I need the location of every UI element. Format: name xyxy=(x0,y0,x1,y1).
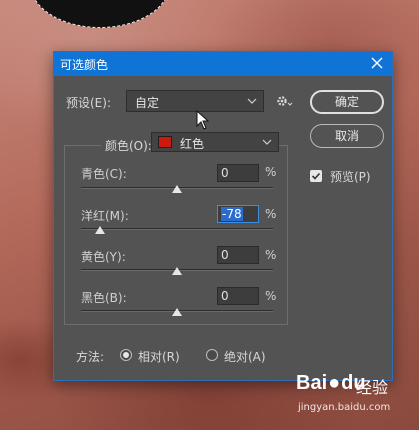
watermark-url: jingyan.baidu.com xyxy=(298,402,391,413)
color-swatch xyxy=(158,136,172,148)
preview-label: 预览(P) xyxy=(330,170,371,184)
absolute-radio-label: 绝对(A) xyxy=(224,350,266,364)
colors-value: 红色 xyxy=(180,137,205,151)
magenta-unit: % xyxy=(265,207,277,221)
preset-label: 预设(E): xyxy=(66,96,111,110)
black-value-input[interactable]: 0 xyxy=(217,287,259,305)
chevron-down-icon xyxy=(262,136,272,151)
method-label: 方法: xyxy=(76,350,105,364)
baidu-jingyan-watermark: Bai●du 经验 jingyan.baidu.com xyxy=(296,372,416,424)
yellow-unit: % xyxy=(265,248,277,262)
magenta-label: 洋红(M): xyxy=(81,209,129,223)
gear-icon[interactable] xyxy=(276,94,294,111)
black-label: 黑色(B): xyxy=(81,291,127,305)
magenta-value-text: -78 xyxy=(221,207,243,221)
cyan-value-input[interactable]: 0 xyxy=(217,164,259,182)
relative-radio-label: 相对(R) xyxy=(138,350,180,364)
black-slider-thumb[interactable] xyxy=(172,308,182,316)
close-icon[interactable] xyxy=(370,55,384,71)
dialog-title: 可选颜色 xyxy=(60,58,109,72)
baidu-logo-text: Bai xyxy=(296,372,328,394)
colors-label: 颜色(O): xyxy=(101,137,156,154)
magenta-value-input[interactable]: -78 xyxy=(217,205,259,223)
checkmark-icon xyxy=(311,172,321,180)
preset-select[interactable]: 自定 xyxy=(126,90,264,112)
magenta-slider-thumb[interactable] xyxy=(95,226,105,234)
preview-checkbox[interactable] xyxy=(310,170,322,182)
chevron-down-icon xyxy=(247,95,257,110)
preset-value: 自定 xyxy=(135,96,160,110)
yellow-label: 黄色(Y): xyxy=(81,250,126,264)
yellow-value-input[interactable]: 0 xyxy=(217,246,259,264)
cyan-label: 青色(C): xyxy=(81,167,127,181)
cyan-slider-thumb[interactable] xyxy=(172,185,182,193)
cyan-unit: % xyxy=(265,165,277,179)
relative-radio[interactable] xyxy=(120,349,132,361)
mouse-pointer-icon xyxy=(196,109,210,133)
yellow-slider-thumb[interactable] xyxy=(172,267,182,275)
magenta-slider-track[interactable] xyxy=(81,228,273,230)
dialog-titlebar[interactable]: 可选颜色 xyxy=(54,52,392,76)
black-unit: % xyxy=(265,289,277,303)
paw-icon: ● xyxy=(328,372,341,394)
ok-button[interactable]: 确定 xyxy=(310,90,384,114)
color-adjust-group: 颜色(O): 红色 青色(C): 0 % 洋红(M): -78 % 黄色(Y):… xyxy=(64,132,288,325)
cancel-button[interactable]: 取消 xyxy=(310,124,384,148)
absolute-radio[interactable] xyxy=(206,349,218,361)
selective-color-dialog: 可选颜色 预设(E): 自定 确定 取消 预览(P) 颜色(O): 红色 青色(… xyxy=(53,51,393,381)
colors-select[interactable]: 红色 xyxy=(151,132,279,152)
jingyan-text: 经验 xyxy=(356,378,389,397)
